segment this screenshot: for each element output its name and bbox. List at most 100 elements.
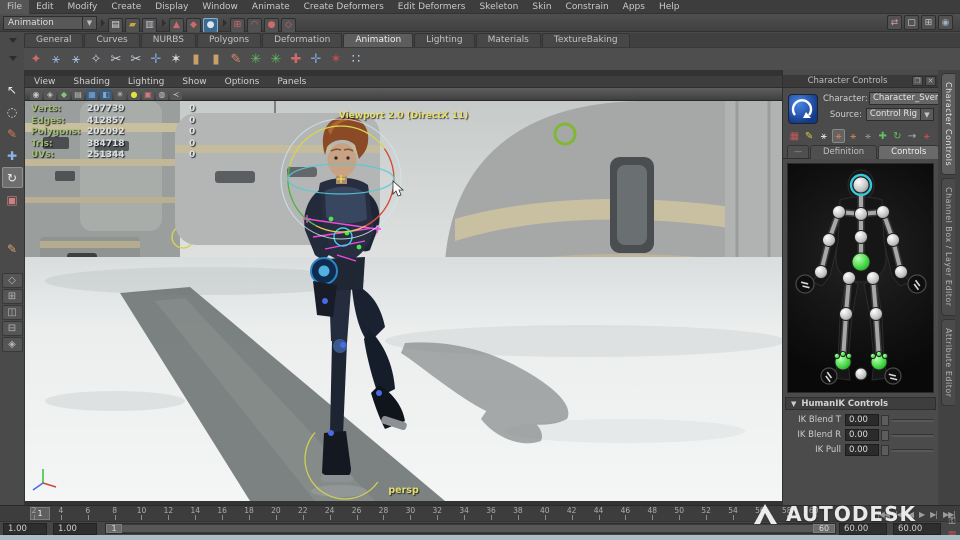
timeline-tick-14[interactable]: 14 <box>190 506 200 515</box>
timeline-tick-54[interactable]: 54 <box>728 506 738 515</box>
timeline-tick-10[interactable]: 10 <box>137 506 147 515</box>
shelf-tab-polygons[interactable]: Polygons <box>197 33 262 47</box>
timeline-tick-38[interactable]: 38 <box>513 506 523 515</box>
shelf-tab-materials[interactable]: Materials <box>475 33 541 47</box>
menu-edit-deformers[interactable]: Edit Deformers <box>391 0 473 14</box>
animation-start-field[interactable]: 1.00 <box>3 522 47 535</box>
menu-skeleton[interactable]: Skeleton <box>472 0 525 14</box>
select-component-icon[interactable]: ● <box>203 17 218 33</box>
timeline-tick-16[interactable]: 16 <box>217 506 227 515</box>
timeline-tick-30[interactable]: 30 <box>406 506 416 515</box>
lights-icon[interactable]: ● <box>128 88 140 100</box>
menu-modify[interactable]: Modify <box>61 0 105 14</box>
timeline-tick-50[interactable]: 50 <box>674 506 684 515</box>
timeline-tick-6[interactable]: 6 <box>85 506 90 515</box>
character-controls-toggle-icon[interactable]: ◉ <box>938 15 953 30</box>
viewport-menu-view[interactable]: View <box>25 76 64 88</box>
timeline-tick-58[interactable]: 58 <box>782 506 792 515</box>
lasso-select-tool[interactable]: ◌ <box>2 101 23 122</box>
auto-keyframe-icon[interactable]: ⚿ <box>945 516 959 529</box>
snap-to-point-icon[interactable]: ● <box>264 17 279 33</box>
timeline-tick-12[interactable]: 12 <box>164 506 174 515</box>
shelf-scale-constraint-icon[interactable]: ✛ <box>306 49 326 69</box>
tab-definition[interactable]: Definition <box>810 145 878 159</box>
shelf-aim-constraint-icon[interactable]: ✳ <box>266 49 286 69</box>
last-tool-paint-icon[interactable]: ✎ <box>2 238 23 259</box>
side-tab-attribute-editor[interactable]: Attribute Editor <box>941 318 955 407</box>
timeline-tick-22[interactable]: 22 <box>298 506 308 515</box>
modeling-toolkit-icon[interactable]: ▢ <box>904 15 919 30</box>
shelf-tab-lighting[interactable]: Lighting <box>414 33 475 47</box>
collapse-caret-icon[interactable]: ▼ <box>786 400 801 408</box>
timeline-tick-52[interactable]: 52 <box>701 506 711 515</box>
scale-tool[interactable]: ▣ <box>2 189 23 210</box>
range-track[interactable]: 1 60 <box>105 523 836 534</box>
menu-constrain[interactable]: Constrain <box>559 0 616 14</box>
timeline-tick-44[interactable]: 44 <box>594 506 604 515</box>
shelf-tab-texturebaking[interactable]: TextureBaking <box>541 33 630 47</box>
timeline-tick-2[interactable]: 2 <box>32 506 37 515</box>
shelf-detach-skin-icon[interactable]: ▮ <box>206 49 226 69</box>
field-value-input[interactable]: 0.00 <box>845 414 879 426</box>
tab-stub[interactable]: — <box>787 145 809 158</box>
split-layout-button[interactable]: ⊟ <box>1 321 23 336</box>
field-slider[interactable] <box>891 433 934 437</box>
step-back-key-button[interactable]: |◀ <box>892 510 905 519</box>
shelf-pole-vector-icon[interactable]: ∷ <box>346 49 366 69</box>
select-tool[interactable]: ↖ <box>2 79 23 100</box>
timeline-tick-18[interactable]: 18 <box>244 506 254 515</box>
timeline-tick-36[interactable]: 36 <box>486 506 496 515</box>
shelf-paint-weights-icon[interactable]: ✎ <box>226 49 246 69</box>
shelf-mirror-joint-icon[interactable]: ✂ <box>126 49 146 69</box>
two-d-pan-zoom-icon[interactable]: ◧ <box>100 88 112 100</box>
timeline-tick-26[interactable]: 26 <box>352 506 362 515</box>
timeline-tick-8[interactable]: 8 <box>112 506 117 515</box>
field-slider[interactable] <box>891 448 934 452</box>
timeline-tick-56[interactable]: 56 <box>755 506 765 515</box>
shelf-point-constraint-icon[interactable]: ✳ <box>246 49 266 69</box>
menu-file[interactable]: File <box>0 0 30 14</box>
shelf-skeleton-icon[interactable]: ✶ <box>166 49 186 69</box>
shelf-ik-spline-icon[interactable]: ⚹ <box>66 49 86 69</box>
timeline-tick-24[interactable]: 24 <box>325 506 335 515</box>
field-value-input[interactable]: 0.00 <box>845 444 879 456</box>
shelf-connect-joint-icon[interactable]: ✂ <box>106 49 126 69</box>
image-plane-icon[interactable]: ▦ <box>86 88 98 100</box>
isolate-select-icon[interactable]: ▣ <box>142 88 154 100</box>
timeline-tick-42[interactable]: 42 <box>567 506 577 515</box>
play-forwards-button[interactable]: ▶ <box>916 510 927 519</box>
shelf-parent-constraint-icon[interactable]: ✶ <box>326 49 346 69</box>
keyable-toggle-icon[interactable] <box>881 429 889 441</box>
save-scene-icon[interactable]: ▥ <box>142 17 157 33</box>
source-select[interactable]: Control Rig ▼ <box>865 108 934 121</box>
character-value[interactable]: Character_Sven <box>869 92 945 105</box>
bookmark-icon[interactable]: ▤ <box>72 88 84 100</box>
camera-attributes-icon[interactable]: ◆ <box>58 88 70 100</box>
statusline-separator[interactable] <box>221 16 227 30</box>
four-pane-layout-button[interactable]: ⊞ <box>1 289 23 304</box>
tab-controls[interactable]: Controls <box>878 145 940 159</box>
rotate-tool[interactable]: ↻ <box>1 167 23 188</box>
viewport-menu-show[interactable]: Show <box>173 76 215 88</box>
statusline-separator[interactable] <box>99 16 105 30</box>
shelf-tab-animation[interactable]: Animation <box>343 33 414 47</box>
select-camera-icon[interactable]: ◉ <box>30 88 42 100</box>
shelf-ik-handle-icon[interactable]: ⚹ <box>46 49 66 69</box>
side-tab-channel-box-layer-editor[interactable]: Channel Box / Layer Editor <box>941 178 955 316</box>
viewport-menu-panels[interactable]: Panels <box>268 76 315 88</box>
timeline-tick-48[interactable]: 48 <box>648 506 658 515</box>
shelf-bind-skin-icon[interactable]: ▮ <box>186 49 206 69</box>
snap-to-curve-icon[interactable]: ◠ <box>247 17 262 33</box>
shelf-tab-general[interactable]: General <box>24 33 84 47</box>
statusline-separator[interactable] <box>160 16 166 30</box>
timeline-tick-4[interactable]: 4 <box>58 506 63 515</box>
symmetry-icon[interactable]: ⇄ <box>887 15 902 30</box>
shelf-orient-constraint-icon[interactable]: ✚ <box>286 49 306 69</box>
humanik-controls-section[interactable]: ▼ HumanIK Controls <box>785 397 936 410</box>
shelf-joint-tool-icon[interactable]: ✦ <box>26 49 46 69</box>
xray-icon[interactable]: ≺ <box>170 88 182 100</box>
keying-mode-icon[interactable]: ▦ <box>788 129 801 143</box>
snap-to-plane-icon[interactable]: ◇ <box>281 17 296 33</box>
range-bar[interactable] <box>107 525 834 532</box>
float-panel-icon[interactable]: ❐ <box>912 76 923 86</box>
